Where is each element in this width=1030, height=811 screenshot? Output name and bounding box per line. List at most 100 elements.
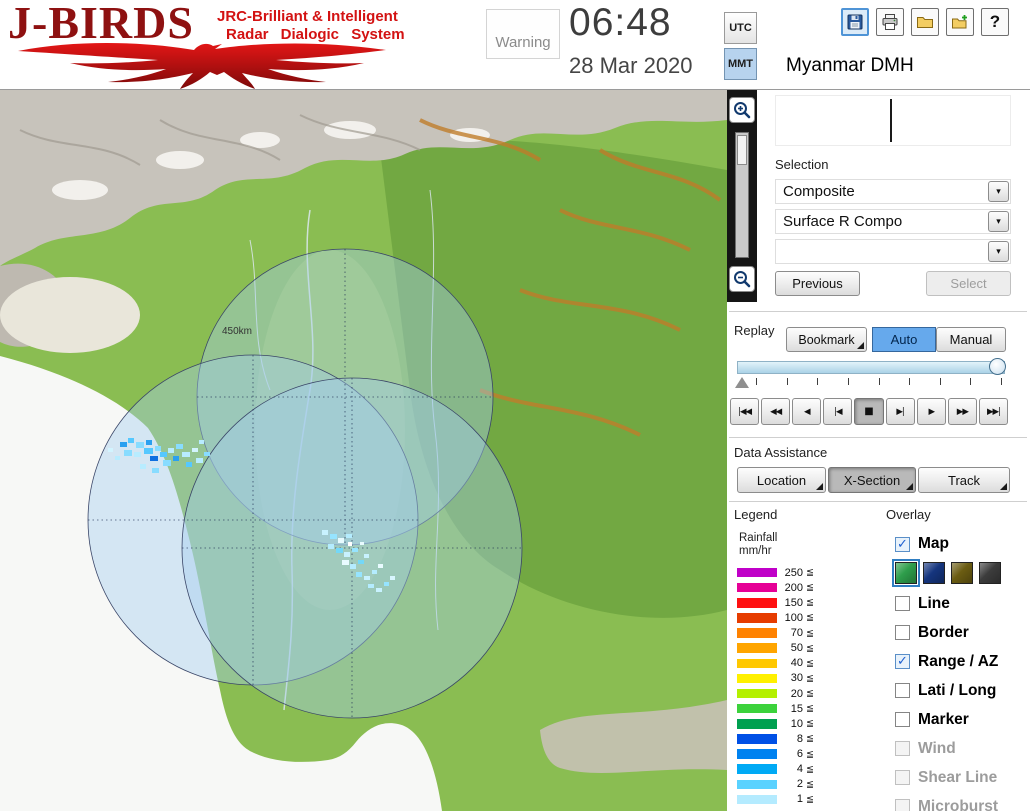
zoom-strip (727, 90, 757, 302)
replay-timeline-ticks (756, 378, 1002, 385)
check-icon: ✓ (897, 655, 908, 668)
line-checkbox[interactable] (895, 596, 910, 611)
legend-unit-line1: Rainfall (739, 532, 777, 544)
legend-row: 20≦ (737, 686, 829, 701)
map-color-swatch-green[interactable] (895, 562, 917, 584)
save-button[interactable] (841, 8, 869, 36)
legend-row: 40≦ (737, 656, 829, 671)
check-icon: ✓ (897, 538, 908, 551)
playback-play[interactable]: ▶ (917, 398, 946, 425)
playback-stop[interactable]: ■ (854, 398, 883, 425)
legend-color-bar (737, 780, 777, 790)
overlay-item-line[interactable]: Line (895, 589, 1029, 618)
chevron-down-icon[interactable]: ▾ (988, 211, 1009, 232)
legend-color-bar (737, 568, 777, 578)
zoom-slider-thumb[interactable] (737, 135, 747, 165)
magnifier-minus-icon (732, 269, 752, 289)
folder-open-icon (916, 13, 934, 31)
timezone-mmt-button[interactable]: MMT (724, 48, 757, 80)
map-checkbox[interactable]: ✓ (895, 537, 910, 552)
divider (729, 311, 1027, 312)
overlay-item-map[interactable]: ✓ Map (895, 531, 1029, 557)
legend-row: 8≦ (737, 731, 829, 746)
composite-dropdown-value: Composite (783, 183, 855, 200)
divider (729, 501, 1027, 502)
overlay-item-range-az[interactable]: ✓ Range / AZ (895, 647, 1029, 676)
legend-color-bar (737, 764, 777, 774)
replay-label: Replay (734, 323, 774, 338)
zoom-out-button[interactable] (729, 266, 755, 292)
station-name: Myanmar DMH (786, 55, 914, 77)
product-dropdown-value: Surface R Compo (783, 213, 902, 230)
printer-icon (881, 13, 899, 31)
help-button[interactable]: ? (981, 8, 1009, 36)
playback-play-reverse[interactable]: ◀ (792, 398, 821, 425)
legend-color-bar (737, 749, 777, 759)
range-az-checkbox[interactable]: ✓ (895, 654, 910, 669)
chevron-down-icon[interactable]: ▾ (988, 241, 1009, 262)
legend-row: 50≦ (737, 641, 829, 656)
open-file-button[interactable] (911, 8, 939, 36)
replay-timeline-track[interactable] (737, 361, 1005, 374)
border-checkbox[interactable] (895, 625, 910, 640)
playback-skip-to-end[interactable]: ▶▶| (979, 398, 1008, 425)
zoom-in-button[interactable] (729, 97, 755, 123)
export-image-button[interactable] (946, 8, 974, 36)
chevron-down-icon[interactable]: ▾ (988, 181, 1009, 202)
auto-button[interactable]: Auto (872, 327, 936, 352)
timezone-utc-button[interactable]: UTC (724, 12, 757, 44)
legend-color-bar (737, 795, 777, 805)
map-canvas[interactable]: 450km (0, 90, 727, 811)
overlay-label: Overlay (886, 507, 931, 522)
replay-timeline-thumb[interactable] (989, 358, 1006, 375)
level-dropdown[interactable]: ▾ (775, 239, 1011, 264)
legend-color-bar (737, 628, 777, 638)
divider (729, 437, 1027, 438)
legend-row: 15≦ (737, 701, 829, 716)
logo-tagline-1: JRC-Brilliant & Intelligent (217, 8, 398, 25)
map-color-swatch-navy[interactable] (923, 562, 945, 584)
marker-checkbox[interactable] (895, 712, 910, 727)
playback-fast-forward[interactable]: ▶▶ (948, 398, 977, 425)
replay-start-marker[interactable] (735, 377, 749, 388)
print-button[interactable] (876, 8, 904, 36)
overlay-item-border[interactable]: Border (895, 618, 1029, 647)
playback-step-forward[interactable]: ▶| (886, 398, 915, 425)
bookmark-button[interactable]: Bookmark (786, 327, 867, 352)
lati-long-checkbox[interactable] (895, 683, 910, 698)
xsection-button[interactable]: X-Section (828, 467, 916, 493)
data-assistance-label: Data Assistance (734, 445, 827, 460)
magnifier-plus-icon (732, 100, 752, 120)
playback-fast-rewind[interactable]: ◀◀ (761, 398, 790, 425)
composite-dropdown[interactable]: Composite ▾ (775, 179, 1011, 204)
map-color-swatch-gray[interactable] (979, 562, 1001, 584)
location-button[interactable]: Location (737, 467, 826, 493)
zoom-slider[interactable] (735, 132, 749, 258)
playback-skip-to-start[interactable]: |◀◀ (730, 398, 759, 425)
jbirds-window: J-BIRDS JRC-Brilliant & Intelligent Rada… (0, 0, 1030, 811)
manual-button[interactable]: Manual (936, 327, 1006, 352)
legend-color-bar (737, 613, 777, 623)
clock-time: 06:48 (569, 1, 672, 45)
product-dropdown[interactable]: Surface R Compo ▾ (775, 209, 1011, 234)
legend-unit-line2: mm/hr (739, 545, 772, 557)
previous-button[interactable]: Previous (775, 271, 860, 296)
map-color-swatch-olive[interactable] (951, 562, 973, 584)
playback-step-back[interactable]: |◀ (823, 398, 852, 425)
legend-row: 200≦ (737, 580, 829, 595)
warning-indicator[interactable]: Warning (486, 9, 560, 59)
legend-row: 6≦ (737, 747, 829, 762)
overlay-item-marker[interactable]: Marker (895, 705, 1029, 734)
legend-color-bar (737, 704, 777, 714)
overlay-item-lati-long[interactable]: Lati / Long (895, 676, 1029, 705)
legend-color-bar (737, 583, 777, 593)
delta-plains (0, 277, 140, 353)
track-button[interactable]: Track (918, 467, 1010, 493)
overlay-item-shear-line: Shear Line (895, 763, 1029, 792)
legend-color-bar (737, 719, 777, 729)
text-entry-area[interactable] (775, 95, 1011, 146)
legend-color-bar (737, 689, 777, 699)
legend-row: 1≦ (737, 792, 829, 807)
floppy-disk-icon (846, 13, 864, 31)
select-button: Select (926, 271, 1011, 296)
